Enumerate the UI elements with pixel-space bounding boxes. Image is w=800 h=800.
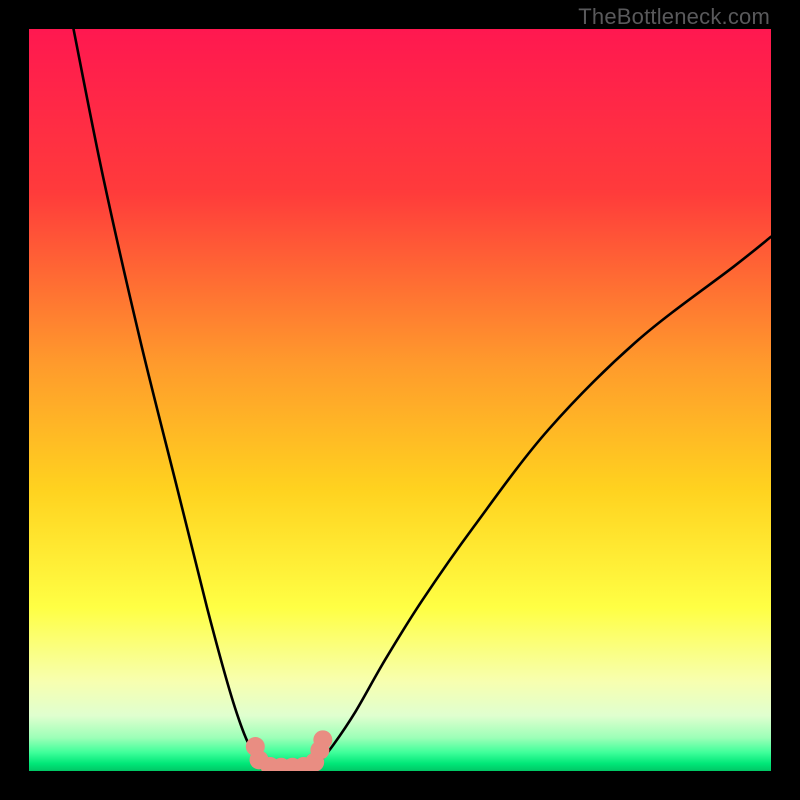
curve-left <box>74 29 263 765</box>
plot-area <box>29 29 771 771</box>
trough-marker-dot <box>313 730 332 749</box>
watermark-text: TheBottleneck.com <box>578 4 770 30</box>
outer-frame: TheBottleneck.com <box>0 0 800 800</box>
curve-right <box>318 237 771 764</box>
trough-markers <box>246 730 333 771</box>
curves-layer <box>29 29 771 771</box>
